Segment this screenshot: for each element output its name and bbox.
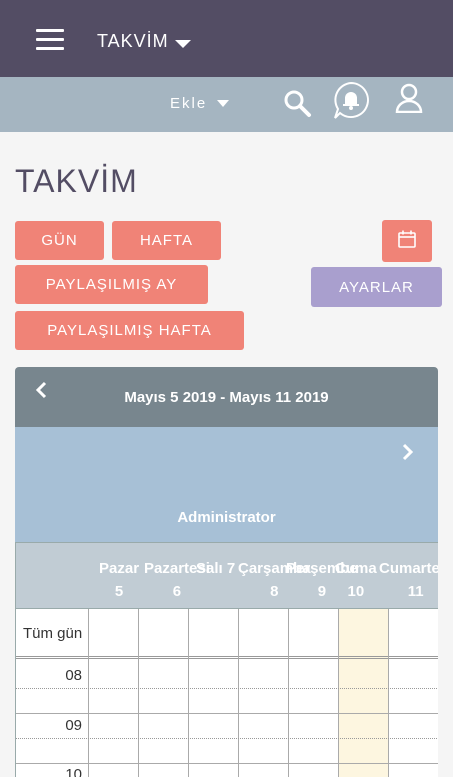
week-view-button[interactable]: HAFTA	[112, 221, 221, 260]
day-view-button[interactable]: GÜN	[15, 221, 104, 260]
day-header-row: Pazar 5 Pazartesi 6 Salı 7 Çarşamba 8 Perşe…	[16, 542, 438, 609]
shared-month-button[interactable]: PAYLAŞILMIŞ AY	[15, 265, 208, 304]
chevron-down-icon	[174, 39, 191, 48]
action-bar: Ekle	[0, 77, 453, 132]
week-grid: Pazar 5 Pazartesi 6 Salı 7 Çarşamba 8 Perşe…	[15, 542, 438, 777]
hour-label: 08	[65, 667, 82, 684]
settings-button[interactable]: AYARLAR	[311, 267, 442, 307]
module-title: TAKVİM	[97, 31, 169, 51]
hour-label: 10	[65, 766, 82, 777]
chevron-down-icon	[217, 100, 230, 107]
day-header: Cumartesi11	[379, 560, 438, 600]
page-title: TAKVİM	[15, 163, 138, 199]
user-band: Administrator	[15, 427, 438, 542]
allday-label: Tüm gün	[23, 625, 83, 642]
add-menu[interactable]: Ekle	[170, 95, 230, 112]
menu-icon[interactable]	[36, 29, 64, 51]
user-icon[interactable]	[394, 83, 424, 114]
calendar-header: Mayıs 5 2019 - Mayıs 11 2019	[15, 367, 438, 427]
notification-bell-icon[interactable]	[332, 81, 370, 121]
hour-label: 09	[65, 717, 82, 734]
day-header: Pazar 5	[99, 560, 140, 600]
calendar-icon	[397, 229, 417, 253]
top-navbar: TAKVİM	[0, 0, 453, 77]
module-menu[interactable]: TAKVİM	[97, 31, 191, 52]
allday-row[interactable]: Tüm gün	[16, 609, 438, 659]
add-menu-label: Ekle	[170, 95, 208, 112]
day-header: Salı 7	[196, 560, 236, 577]
search-icon[interactable]	[282, 88, 312, 118]
calendar-picker-button[interactable]	[382, 220, 432, 262]
chevron-right-icon[interactable]	[401, 441, 415, 463]
day-header: Cuma 10	[335, 560, 377, 600]
date-range-label: Mayıs 5 2019 - Mayıs 11 2019	[124, 389, 329, 406]
calendar-user-name: Administrator	[177, 509, 276, 526]
shared-week-button[interactable]: PAYLAŞILMIŞ HAFTA	[15, 311, 244, 350]
